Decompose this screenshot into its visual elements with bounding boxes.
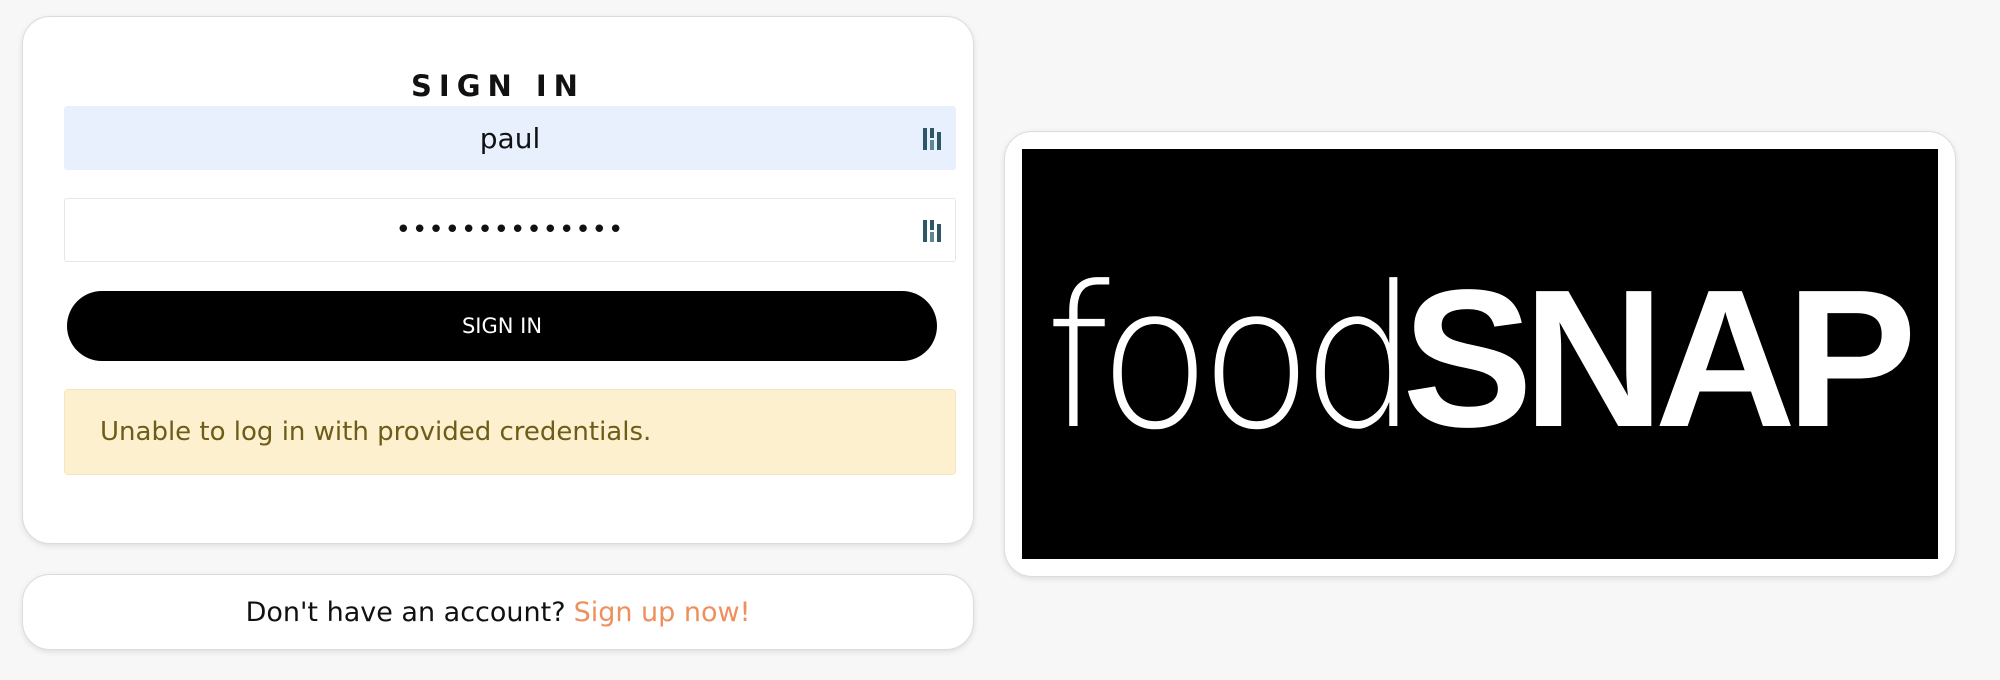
signin-title: SIGN IN (411, 69, 585, 103)
password-manager-icon[interactable] (923, 126, 945, 152)
signup-prompt: Don't have an account? (245, 596, 566, 628)
signin-button[interactable]: SIGN IN (67, 291, 937, 361)
username-field[interactable]: paul (64, 106, 956, 170)
signup-row: Don't have an account? Sign up now! (23, 575, 973, 649)
error-alert: Unable to log in with provided credentia… (64, 389, 956, 475)
username-value: paul (479, 121, 541, 155)
foodsnap-logo: foodSNAP (1022, 149, 1938, 559)
password-value: •••••••••••••• (395, 215, 625, 245)
password-field[interactable]: •••••••••••••• (64, 198, 956, 262)
logo-text-bold: SNAP (1402, 249, 1917, 468)
logo-text-light: food (1045, 245, 1418, 473)
logo-card: foodSNAP (1004, 131, 1956, 577)
signup-link[interactable]: Sign up now! (574, 597, 751, 628)
signin-card: SIGN IN paul •••••••••••••• SIGN IN Unab… (22, 16, 974, 544)
logo-wordmark: foodSNAP (1045, 245, 1917, 473)
password-manager-icon[interactable] (923, 218, 945, 244)
signup-card: Don't have an account? Sign up now! (22, 574, 974, 650)
